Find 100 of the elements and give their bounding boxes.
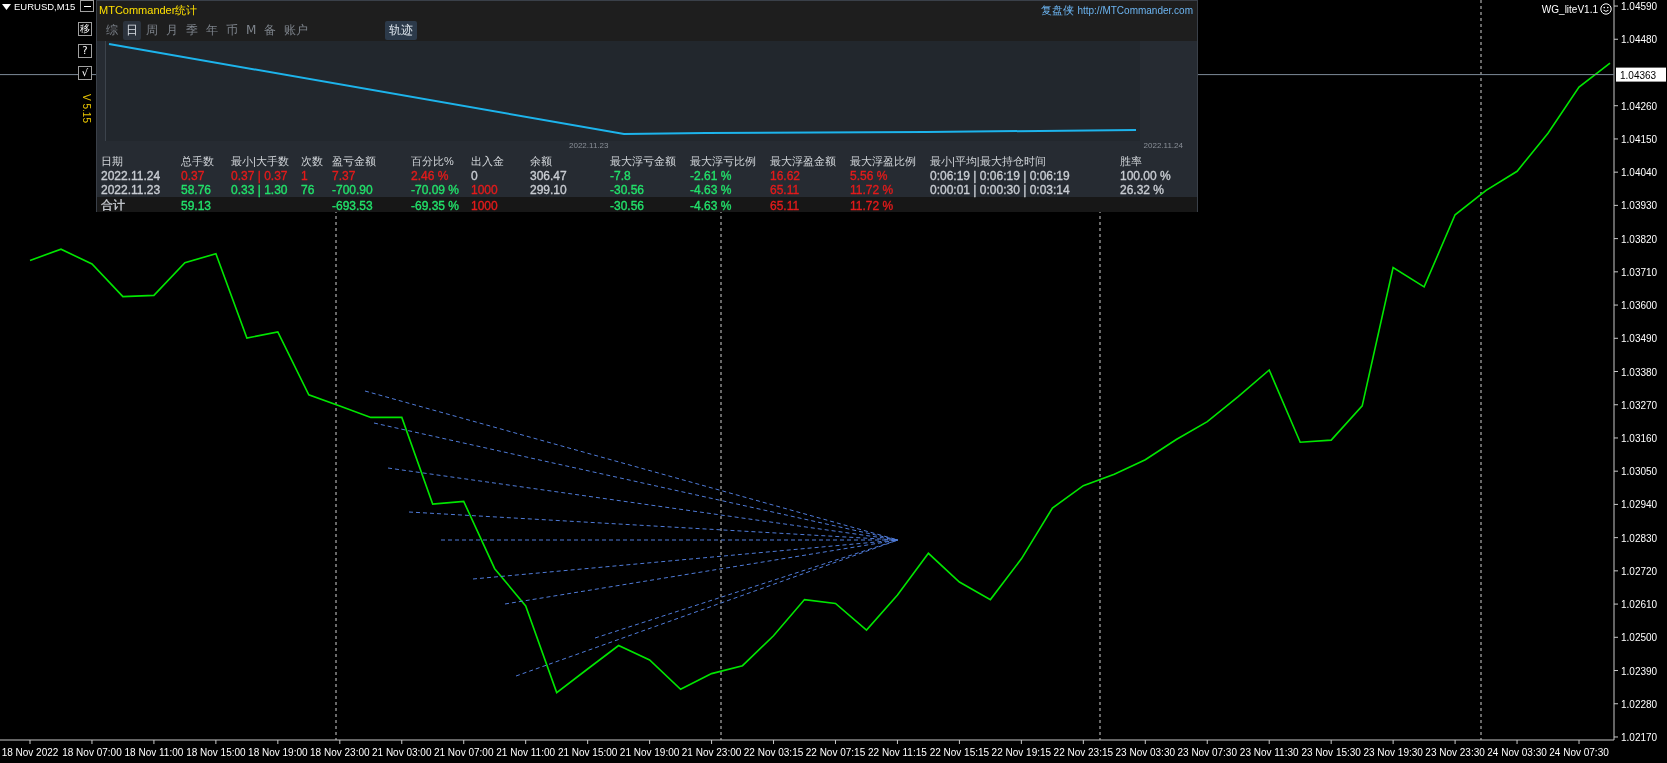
table-cell: 0.37: [181, 169, 205, 183]
table-cell: 2.46 %: [411, 169, 449, 183]
minimize-button[interactable]: [80, 0, 94, 12]
axis-label: 21 Nov 19:00: [619, 747, 680, 758]
column-header: 出入金: [471, 153, 504, 169]
axis-label: 1.04150: [1621, 133, 1658, 145]
axis-label: 22 Nov 19:15: [991, 747, 1052, 758]
axis-label: 21 Nov 11:00: [496, 747, 556, 758]
table-cell: -700.90: [332, 183, 373, 197]
table-cell: 0.37 | 0.37: [231, 169, 288, 183]
table-cell: 26.32 %: [1120, 183, 1165, 197]
period-tab[interactable]: 月: [163, 20, 181, 40]
table-cell: 1: [301, 169, 308, 183]
current-price-label: 1.04363: [1616, 67, 1666, 82]
period-tab[interactable]: 季: [183, 20, 201, 40]
axis-label: 1.02170: [1621, 732, 1658, 743]
table-cell: 1000: [471, 198, 498, 213]
column-header: 最小|平均|最大持仓时间: [930, 153, 1046, 169]
table-cell: -30.56: [610, 198, 645, 213]
axis-label: 1.03710: [1621, 266, 1658, 278]
axis-label: 22 Nov 15:15: [929, 747, 990, 758]
axis-label: 18 Nov 11:00: [124, 747, 184, 758]
axis-label: 1.02390: [1621, 665, 1658, 677]
axis-label: 22 Nov 23:15: [1053, 747, 1114, 758]
table-cell: 11.72 %: [850, 198, 894, 213]
axis-label: 24 Nov 03:30: [1487, 747, 1547, 758]
column-header: 次数: [301, 153, 323, 169]
table-cell: 7.37: [332, 169, 356, 183]
axis-label: 1.03050: [1621, 466, 1658, 478]
indicator-label: WG_liteV1.1: [1541, 3, 1598, 15]
table-cell: -70.09 %: [411, 183, 460, 197]
column-header: 日期: [101, 153, 123, 169]
column-header: 最大浮亏比例: [690, 153, 756, 169]
side-button[interactable]: ?: [78, 44, 92, 58]
column-header: 盈亏金额: [332, 153, 376, 169]
period-tab[interactable]: 年: [203, 20, 221, 40]
panel-title: MTCommander统计: [99, 2, 198, 18]
column-header: 胜率: [1120, 153, 1142, 169]
axis-label: 18 Nov 07:00: [62, 747, 122, 758]
table-cell: 2022.11.24: [101, 169, 161, 183]
table-cell: 合计: [101, 197, 125, 214]
dropdown-icon[interactable]: [2, 3, 11, 10]
column-header: 余额: [530, 153, 552, 169]
table-cell: -69.35 %: [411, 198, 460, 213]
symbol-label: EURUSD,M15: [14, 1, 76, 12]
table-cell: 16.62: [770, 169, 801, 183]
axis-label: 21 Nov 03:00: [372, 747, 432, 758]
axis-label: 1.03160: [1621, 432, 1658, 444]
table-cell: 100.00 %: [1120, 169, 1171, 183]
axis-label: 1.03270: [1621, 399, 1658, 411]
table-cell: 0.33 | 1.30: [231, 183, 288, 197]
period-tab[interactable]: 周: [143, 20, 161, 40]
axis-label: 1.03490: [1621, 333, 1658, 345]
table-cell: 11.72 %: [850, 183, 894, 197]
axis-label: 18 Nov 15:00: [186, 747, 246, 758]
axis-label: 21 Nov 23:00: [681, 747, 742, 758]
axis-label: 1.02720: [1621, 565, 1658, 577]
period-tab[interactable]: M: [243, 22, 260, 38]
period-tab[interactable]: 综: [103, 20, 121, 40]
axis-label: 1.04590: [1621, 1, 1658, 13]
axis-label: 23 Nov 19:30: [1363, 747, 1423, 758]
table-cell: 1000: [471, 183, 498, 197]
date-label: 2022.11.24: [1143, 141, 1183, 150]
table-cell: 58.76: [181, 183, 212, 197]
axis-label: 1.03930: [1621, 200, 1658, 212]
axis-label: 1.02610: [1621, 599, 1658, 611]
table-cell: 76: [301, 183, 315, 197]
axis-label: 1.03820: [1621, 233, 1658, 245]
period-tab[interactable]: 账户: [281, 20, 312, 40]
axis-label: 1.03600: [1621, 300, 1658, 312]
axis-label: 23 Nov 15:30: [1301, 747, 1361, 758]
column-header: 最大浮盈金额: [770, 153, 836, 169]
axis-label: 23 Nov 07:30: [1177, 747, 1237, 758]
axis-label: 22 Nov 11:15: [868, 747, 927, 758]
track-button[interactable]: 轨迹: [385, 20, 418, 40]
table-cell: -4.63 %: [690, 183, 732, 197]
table-cell: 299.10: [530, 183, 567, 197]
side-button[interactable]: √: [78, 66, 92, 80]
table-cell: 59.13: [181, 198, 212, 213]
axis-label: 18 Nov 19:00: [248, 747, 308, 758]
website-link[interactable]: http://MTCommander.com: [1077, 4, 1193, 16]
table-cell: 2022.11.23: [101, 183, 161, 197]
axis-label: 1.02830: [1621, 532, 1658, 544]
axis-label: 1.04480: [1621, 34, 1658, 46]
column-header: 百分比%: [411, 153, 454, 169]
column-header: 总手数: [181, 153, 214, 169]
table-cell: 65.11: [770, 183, 800, 197]
axis-label: 1.02500: [1621, 632, 1658, 644]
period-tab[interactable]: 备: [261, 20, 280, 40]
axis-label: 21 Nov 15:00: [557, 747, 618, 758]
axis-label: 1.02940: [1621, 499, 1658, 511]
column-header: 最大浮亏金额: [610, 153, 676, 169]
brand-label: 复盘侠: [1041, 2, 1075, 18]
axis-label: 1.04260: [1621, 100, 1658, 112]
period-tab[interactable]: 日: [123, 20, 141, 40]
side-button[interactable]: 移: [78, 22, 92, 36]
table-cell: 0:00:01 | 0:00:30 | 0:03:14: [930, 183, 1070, 197]
table-cell: 306.47: [530, 169, 567, 183]
period-tab[interactable]: 币: [223, 20, 241, 40]
smiley-icon: [1600, 3, 1612, 15]
